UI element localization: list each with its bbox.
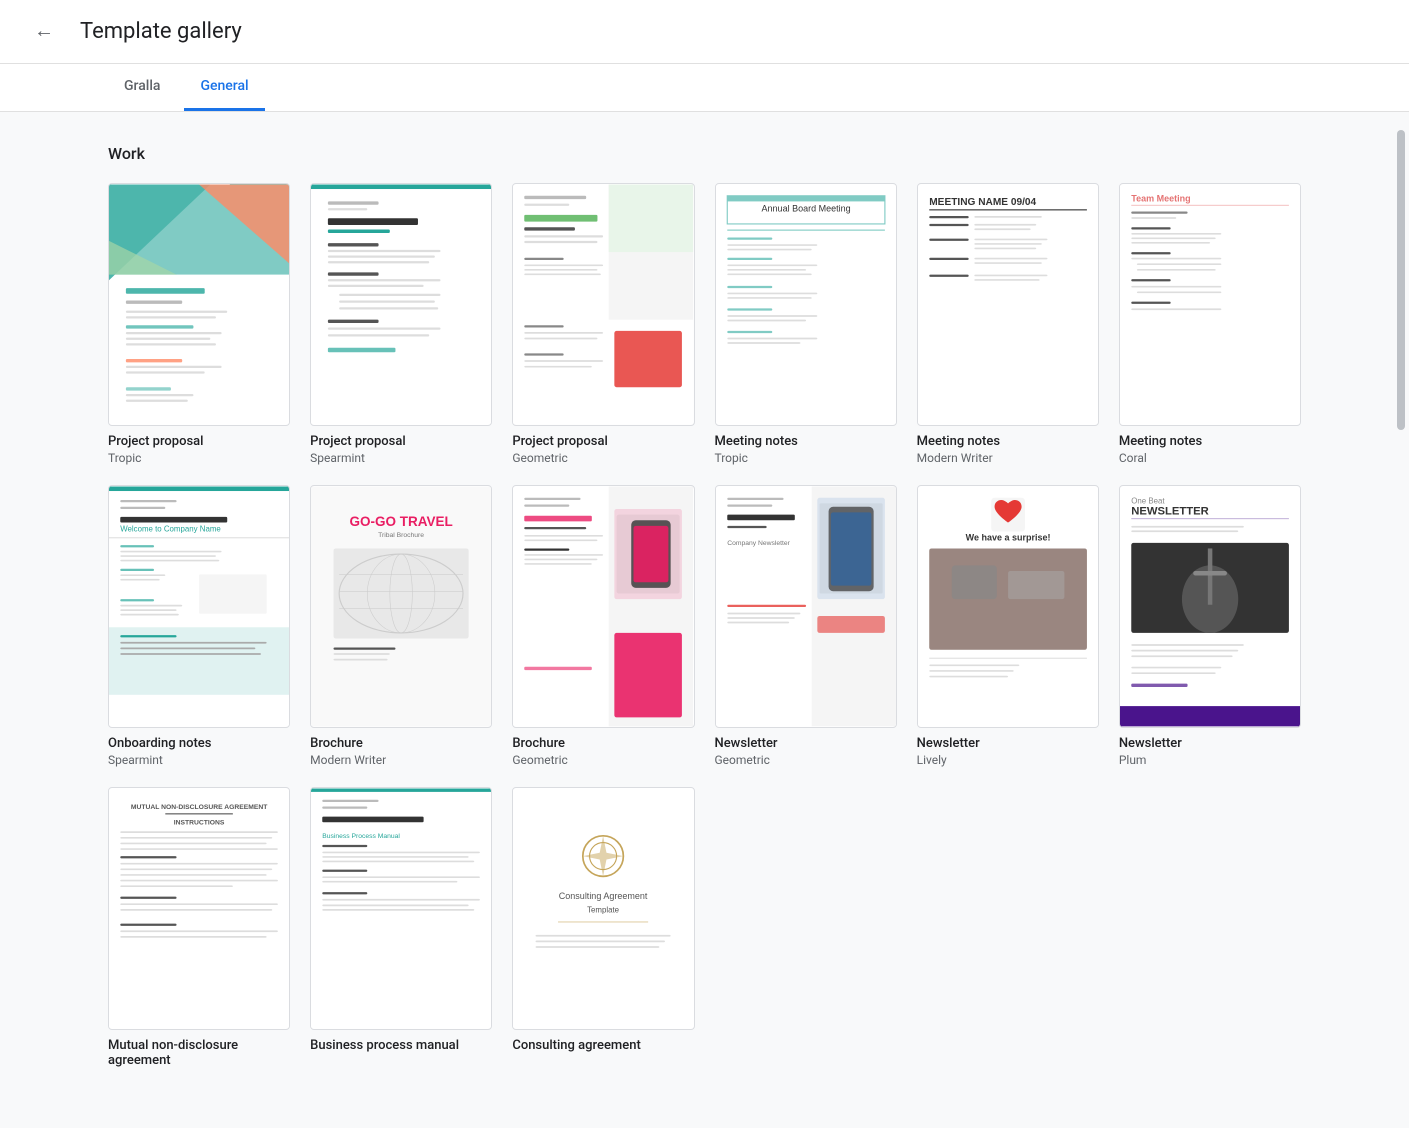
- template-thumbnail-consulting: Consulting Agreement Template: [512, 787, 694, 1030]
- template-name-brochure-geometric: Brochure: [512, 736, 694, 751]
- template-item-meeting-notes-coral[interactable]: Team Meeting Meeting notes Coral: [1119, 183, 1301, 465]
- svg-text:Welcome to Company Name: Welcome to Company Name: [120, 524, 221, 533]
- template-thumbnail-nda: MUTUAL NON-DISCLOSURE AGREEMENT INSTRUCT…: [108, 787, 290, 1030]
- template-thumbnail-proj-prop-spearmint: [310, 183, 492, 426]
- template-item-newsletter-plum[interactable]: One Beat NEWSLETTER Newsletter Plum: [1119, 485, 1301, 767]
- template-item-brochure-modern[interactable]: GO-GO TRAVEL Tribal Brochure Brochure Mod…: [310, 485, 492, 767]
- templates-grid: Project proposal Tropic Project proposal S…: [108, 183, 1301, 1068]
- svg-text:Template: Template: [587, 905, 620, 914]
- template-subtitle-proj-prop-tropic: Tropic: [108, 451, 290, 465]
- template-thumbnail-proj-prop-geometric: [512, 183, 694, 426]
- template-subtitle-meeting-notes-coral: Coral: [1119, 451, 1301, 465]
- template-item-newsletter-geometric[interactable]: Company Newsletter Newsletter Geometric: [715, 485, 897, 767]
- template-thumbnail-business-process: Business Process Manual: [310, 787, 492, 1030]
- template-subtitle-brochure-geometric: Geometric: [512, 753, 694, 767]
- content: Work Project proposal Tropic: [0, 112, 1409, 1128]
- template-item-consulting[interactable]: Consulting Agreement Template Consulting…: [512, 787, 694, 1068]
- template-thumbnail-newsletter-plum: One Beat NEWSLETTER: [1119, 485, 1301, 728]
- template-name-consulting: Consulting agreement: [512, 1038, 694, 1053]
- header: ← Template gallery: [0, 0, 1409, 64]
- scrollbar[interactable]: [1397, 130, 1405, 430]
- template-name-newsletter-geometric: Newsletter: [715, 736, 897, 751]
- svg-text:Team Meeting: Team Meeting: [1131, 193, 1190, 203]
- svg-text:Company Newsletter: Company Newsletter: [727, 540, 790, 547]
- template-name-meeting-notes-tropic: Meeting notes: [715, 434, 897, 449]
- svg-text:MUTUAL NON-DISCLOSURE AGREEMEN: MUTUAL NON-DISCLOSURE AGREEMENT: [131, 804, 268, 811]
- svg-text:NEWSLETTER: NEWSLETTER: [1131, 506, 1209, 518]
- template-thumbnail-meeting-notes-tropic: Annual Board Meeting: [715, 183, 897, 426]
- template-thumbnail-onboarding-spearmint: Welcome to Company Name: [108, 485, 290, 728]
- template-thumbnail-brochure-modern: GO-GO TRAVEL Tribal Brochure: [310, 485, 492, 728]
- template-item-brochure-geometric[interactable]: Brochure Geometric: [512, 485, 694, 767]
- template-thumbnail-meeting-notes-coral: Team Meeting: [1119, 183, 1301, 426]
- svg-text:Business Process Manual: Business Process Manual: [322, 833, 400, 840]
- template-subtitle-newsletter-plum: Plum: [1119, 753, 1301, 767]
- template-item-meeting-notes-modern[interactable]: MEETING NAME 09/04 Meeting notes Modern W…: [917, 183, 1099, 465]
- template-thumbnail-brochure-geometric: [512, 485, 694, 728]
- svg-text:Annual Board Meeting: Annual Board Meeting: [761, 204, 850, 214]
- svg-text:We have a surprise!: We have a surprise!: [965, 532, 1050, 542]
- back-button[interactable]: ←: [24, 12, 64, 52]
- template-item-business-process[interactable]: Business Process Manual Business process…: [310, 787, 492, 1068]
- svg-text:Tribal Brochure: Tribal Brochure: [378, 532, 424, 539]
- template-name-proj-prop-spearmint: Project proposal: [310, 434, 492, 449]
- template-name-meeting-notes-coral: Meeting notes: [1119, 434, 1301, 449]
- template-name-meeting-notes-modern: Meeting notes: [917, 434, 1099, 449]
- svg-text:MEETING NAME 09/04: MEETING NAME 09/04: [929, 197, 1036, 208]
- svg-text:INSTRUCTIONS: INSTRUCTIONS: [174, 819, 225, 826]
- template-thumbnail-proj-prop-tropic: [108, 183, 290, 426]
- template-name-proj-prop-tropic: Project proposal: [108, 434, 290, 449]
- template-name-onboarding-spearmint: Onboarding notes: [108, 736, 290, 751]
- tabs-row: Gralla General: [0, 64, 1409, 112]
- template-thumbnail-newsletter-geometric: Company Newsletter: [715, 485, 897, 728]
- template-subtitle-proj-prop-spearmint: Spearmint: [310, 451, 492, 465]
- svg-text:One Beat: One Beat: [1131, 496, 1165, 505]
- template-item-newsletter-lively[interactable]: We have a surprise! Newsletter Lively: [917, 485, 1099, 767]
- page-title: Template gallery: [80, 19, 242, 44]
- tab-general[interactable]: General: [184, 63, 264, 111]
- template-subtitle-proj-prop-geometric: Geometric: [512, 451, 694, 465]
- template-name-newsletter-lively: Newsletter: [917, 736, 1099, 751]
- template-item-nda[interactable]: MUTUAL NON-DISCLOSURE AGREEMENT INSTRUCT…: [108, 787, 290, 1068]
- template-subtitle-newsletter-geometric: Geometric: [715, 753, 897, 767]
- template-name-newsletter-plum: Newsletter: [1119, 736, 1301, 751]
- template-item-proj-prop-spearmint[interactable]: Project proposal Spearmint: [310, 183, 492, 465]
- template-item-proj-prop-geometric[interactable]: Project proposal Geometric: [512, 183, 694, 465]
- template-subtitle-meeting-notes-modern: Modern Writer: [917, 451, 1099, 465]
- template-name-brochure-modern: Brochure: [310, 736, 492, 751]
- template-thumbnail-meeting-notes-modern: MEETING NAME 09/04: [917, 183, 1099, 426]
- template-item-meeting-notes-tropic[interactable]: Annual Board Meeting Meeting notes Tropic: [715, 183, 897, 465]
- template-subtitle-onboarding-spearmint: Spearmint: [108, 753, 290, 767]
- section-title-work: Work: [108, 144, 1301, 163]
- template-item-proj-prop-tropic[interactable]: Project proposal Tropic: [108, 183, 290, 465]
- template-subtitle-meeting-notes-tropic: Tropic: [715, 451, 897, 465]
- template-subtitle-newsletter-lively: Lively: [917, 753, 1099, 767]
- svg-text:Consulting Agreement: Consulting Agreement: [559, 891, 648, 901]
- template-name-proj-prop-geometric: Project proposal: [512, 434, 694, 449]
- template-name-nda: Mutual non-disclosure agreement: [108, 1038, 290, 1068]
- template-subtitle-brochure-modern: Modern Writer: [310, 753, 492, 767]
- template-item-onboarding-spearmint[interactable]: Welcome to Company Name Onboarding notes…: [108, 485, 290, 767]
- svg-text:GO-GO TRAVEL: GO-GO TRAVEL: [350, 514, 453, 529]
- template-name-business-process: Business process manual: [310, 1038, 492, 1053]
- tab-gralla[interactable]: Gralla: [108, 63, 176, 111]
- template-thumbnail-newsletter-lively: We have a surprise!: [917, 485, 1099, 728]
